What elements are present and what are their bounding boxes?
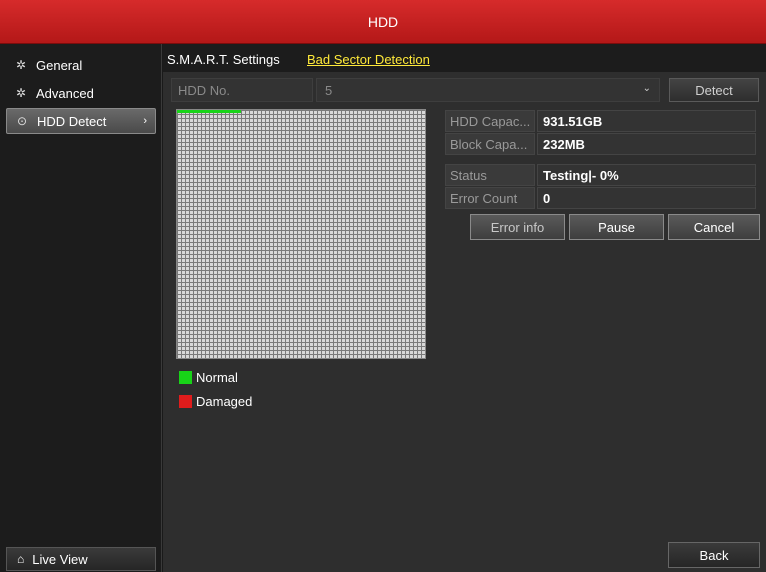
legend-damaged: Damaged <box>179 394 252 409</box>
damaged-swatch <box>179 395 192 408</box>
main-panel: S.M.A.R.T. Settings Bad Sector Detection… <box>163 44 766 572</box>
sidebar-item-label: Advanced <box>36 85 94 101</box>
status-value: Testing|- 0% <box>537 164 756 186</box>
sidebar: ✲ General ✲ Advanced ⊙ HDD Detect › ⌂ Li… <box>0 44 162 572</box>
pause-button[interactable]: Pause <box>569 214 664 240</box>
hdd-capacity-value: 931.51GB <box>537 110 756 132</box>
sidebar-item-hdd-detect[interactable]: ⊙ HDD Detect › <box>6 108 156 134</box>
tab-smart-settings[interactable]: S.M.A.R.T. Settings <box>167 52 280 67</box>
hdd-no-value: 5 <box>325 83 333 98</box>
window-title: HDD <box>0 0 766 44</box>
live-view-label: Live View <box>32 551 88 567</box>
hdd-no-label: HDD No. <box>171 78 313 102</box>
gear-icon: ✲ <box>15 58 27 72</box>
legend-label: Normal <box>196 370 238 385</box>
sidebar-item-advanced[interactable]: ✲ Advanced <box>6 80 156 106</box>
tab-bar: S.M.A.R.T. Settings Bad Sector Detection <box>163 44 766 72</box>
error-info-button[interactable]: Error info <box>470 214 565 240</box>
hdd-no-select[interactable]: 5 ⌄ <box>316 78 660 102</box>
title-text: HDD <box>367 13 399 30</box>
legend-normal: Normal <box>179 370 238 385</box>
error-count-value: 0 <box>537 187 756 209</box>
sidebar-item-label: HDD Detect <box>37 113 107 129</box>
hdd-capacity-label: HDD Capac... <box>445 110 535 132</box>
normal-swatch <box>179 371 192 384</box>
chevron-down-icon: ⌄ <box>642 83 651 94</box>
live-view-button[interactable]: ⌂ Live View <box>6 547 156 571</box>
sector-map <box>176 109 426 359</box>
detect-button[interactable]: Detect <box>669 78 759 102</box>
sidebar-item-label: General <box>36 57 83 73</box>
legend-label: Damaged <box>196 394 253 409</box>
home-icon: ⌂ <box>17 552 25 566</box>
back-button[interactable]: Back <box>668 542 760 568</box>
block-capacity-value: 232MB <box>537 133 756 155</box>
block-capacity-label: Block Capa... <box>445 133 535 155</box>
error-count-label: Error Count <box>445 187 535 209</box>
scan-progress-bar <box>177 110 242 113</box>
sidebar-item-general[interactable]: ✲ General <box>6 52 156 78</box>
check-shield-icon: ⊙ <box>16 114 28 128</box>
chevron-right-icon: › <box>143 115 147 127</box>
cancel-button[interactable]: Cancel <box>668 214 760 240</box>
status-label: Status <box>445 164 535 186</box>
hdd-number-row: HDD No. 5 ⌄ Detect <box>171 78 759 102</box>
gears-icon: ✲ <box>15 86 27 100</box>
tab-bad-sector-detection[interactable]: Bad Sector Detection <box>307 52 430 67</box>
